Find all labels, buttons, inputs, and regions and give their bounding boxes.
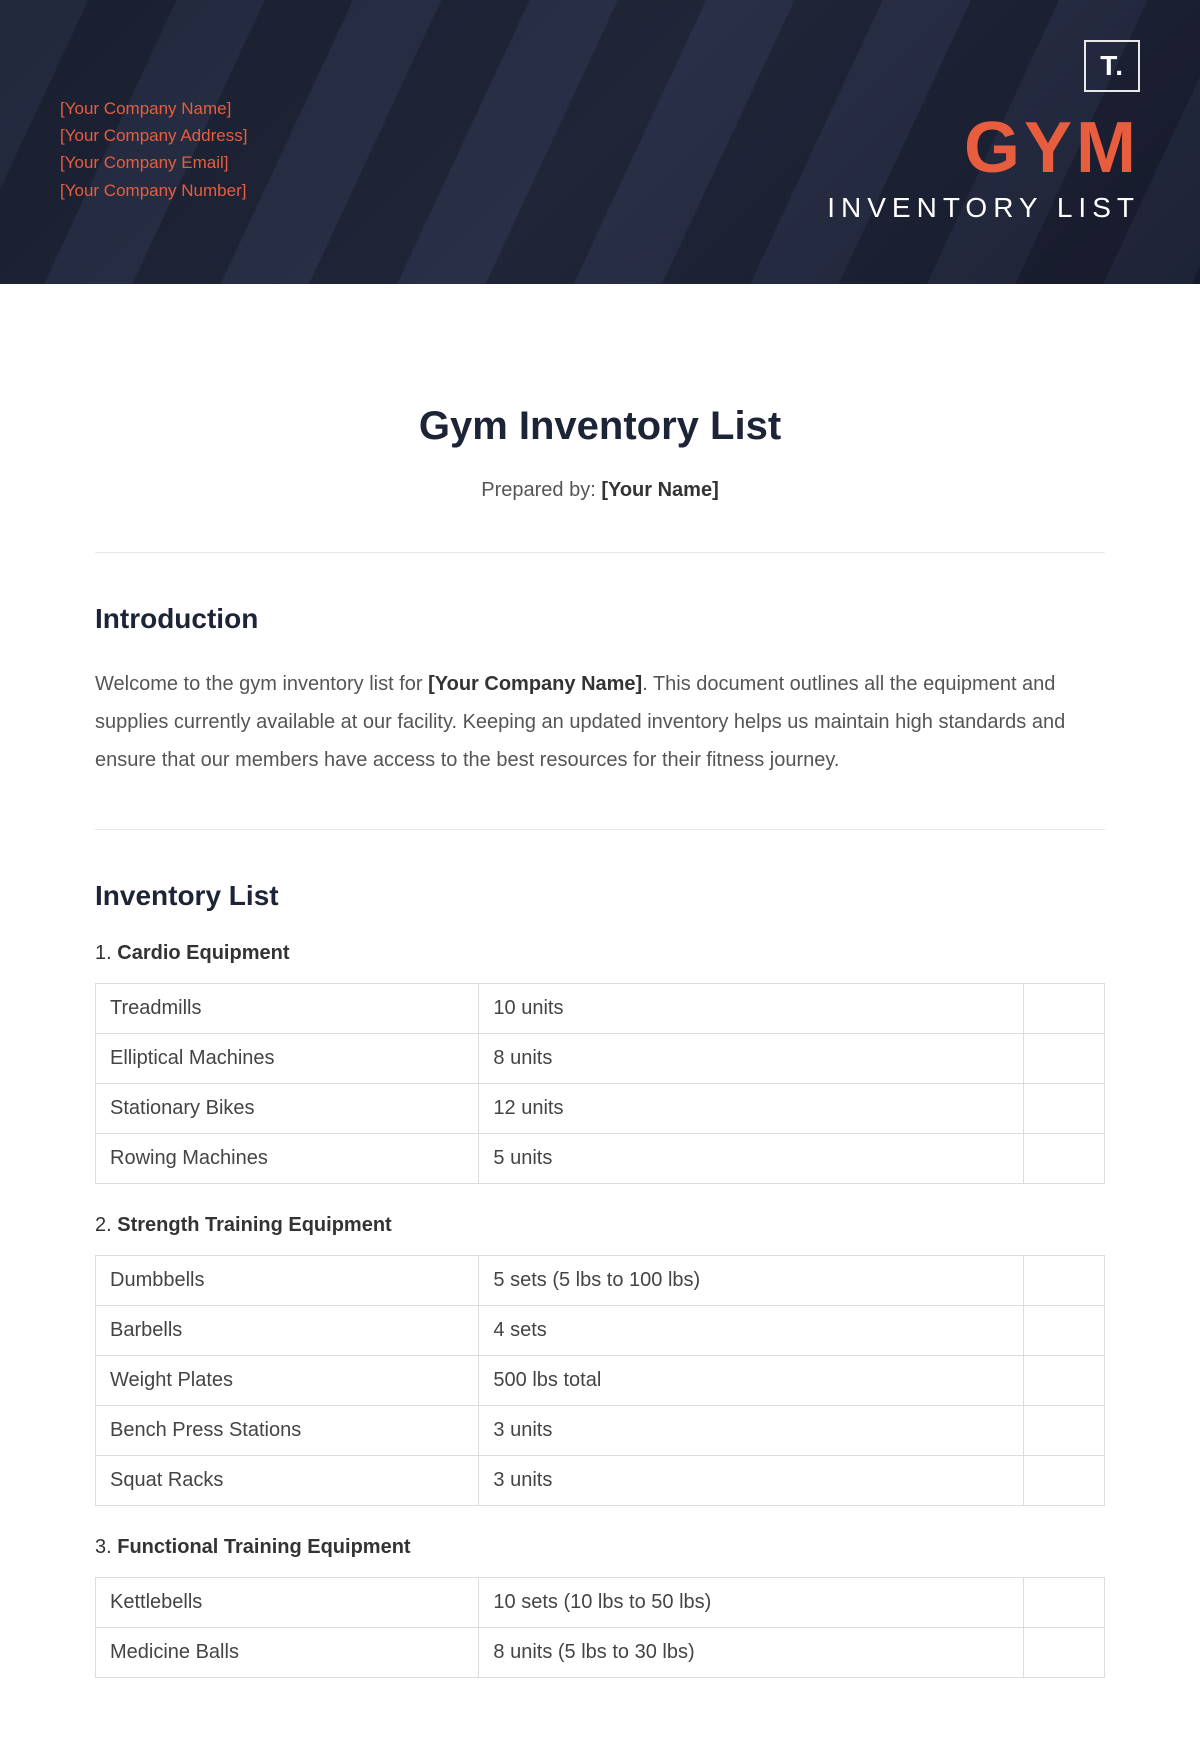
item-qty-cell: 12 units: [479, 1084, 1024, 1134]
introduction-heading: Introduction: [95, 603, 1105, 635]
company-email-placeholder: [Your Company Email]: [60, 149, 247, 176]
category-title: 3. Functional Training Equipment: [95, 1536, 1105, 1559]
category-title: 2. Strength Training Equipment: [95, 1214, 1105, 1237]
intro-text-before: Welcome to the gym inventory list for: [95, 673, 428, 695]
company-address-placeholder: [Your Company Address]: [60, 122, 247, 149]
item-blank-cell: [1024, 1034, 1105, 1084]
item-blank-cell: [1024, 1456, 1105, 1506]
item-name-cell: Dumbbells: [96, 1256, 479, 1306]
item-qty-cell: 10 sets (10 lbs to 50 lbs): [479, 1578, 1024, 1628]
table-row: Kettlebells10 sets (10 lbs to 50 lbs): [96, 1578, 1105, 1628]
document-page: [Your Company Name] [Your Company Addres…: [0, 0, 1200, 1748]
item-blank-cell: [1024, 1356, 1105, 1406]
item-blank-cell: [1024, 1084, 1105, 1134]
category-name: Functional Training Equipment: [117, 1536, 410, 1558]
inventory-heading: Inventory List: [95, 880, 1105, 912]
company-number-placeholder: [Your Company Number]: [60, 177, 247, 204]
company-name-placeholder: [Your Company Name]: [60, 95, 247, 122]
document-header: [Your Company Name] [Your Company Addres…: [0, 0, 1200, 284]
prepared-by-value: [Your Name]: [601, 479, 718, 501]
table-row: Treadmills10 units: [96, 984, 1105, 1034]
item-qty-cell: 8 units (5 lbs to 30 lbs): [479, 1628, 1024, 1678]
logo-mark: T.: [1084, 40, 1140, 92]
item-name-cell: Kettlebells: [96, 1578, 479, 1628]
document-body: Gym Inventory List Prepared by: [Your Na…: [0, 284, 1200, 1748]
category-title: 1. Cardio Equipment: [95, 942, 1105, 965]
header-branding: T. GYM INVENTORY LIST: [827, 40, 1140, 224]
item-blank-cell: [1024, 1134, 1105, 1184]
category-name: Strength Training Equipment: [117, 1214, 391, 1236]
divider: [95, 552, 1105, 553]
table-row: Barbells4 sets: [96, 1306, 1105, 1356]
category-number: 1.: [95, 942, 117, 964]
item-name-cell: Rowing Machines: [96, 1134, 479, 1184]
item-qty-cell: 5 units: [479, 1134, 1024, 1184]
inventory-table: Treadmills10 unitsElliptical Machines8 u…: [95, 983, 1105, 1184]
brand-subtitle: INVENTORY LIST: [827, 192, 1140, 224]
table-row: Medicine Balls8 units (5 lbs to 30 lbs): [96, 1628, 1105, 1678]
prepared-by-label: Prepared by:: [481, 479, 601, 501]
item-name-cell: Stationary Bikes: [96, 1084, 479, 1134]
category-number: 2.: [95, 1214, 117, 1236]
item-qty-cell: 3 units: [479, 1456, 1024, 1506]
item-name-cell: Elliptical Machines: [96, 1034, 479, 1084]
category-name: Cardio Equipment: [117, 942, 289, 964]
category-number: 3.: [95, 1536, 117, 1558]
item-qty-cell: 8 units: [479, 1034, 1024, 1084]
item-blank-cell: [1024, 1628, 1105, 1678]
inventory-categories: 1. Cardio Equipment Treadmills10 unitsEll…: [95, 942, 1105, 1678]
table-row: Stationary Bikes12 units: [96, 1084, 1105, 1134]
inventory-table: Kettlebells10 sets (10 lbs to 50 lbs)Med…: [95, 1577, 1105, 1678]
item-blank-cell: [1024, 1256, 1105, 1306]
company-info-block: [Your Company Name] [Your Company Addres…: [60, 95, 247, 204]
prepared-by-line: Prepared by: [Your Name]: [95, 479, 1105, 502]
item-blank-cell: [1024, 1578, 1105, 1628]
intro-company-placeholder: [Your Company Name]: [428, 673, 642, 695]
item-qty-cell: 4 sets: [479, 1306, 1024, 1356]
item-name-cell: Weight Plates: [96, 1356, 479, 1406]
item-blank-cell: [1024, 1306, 1105, 1356]
item-name-cell: Medicine Balls: [96, 1628, 479, 1678]
brand-title: GYM: [827, 112, 1140, 184]
inventory-table: Dumbbells5 sets (5 lbs to 100 lbs)Barbel…: [95, 1255, 1105, 1506]
table-row: Weight Plates500 lbs total: [96, 1356, 1105, 1406]
table-row: Bench Press Stations3 units: [96, 1406, 1105, 1456]
item-name-cell: Treadmills: [96, 984, 479, 1034]
item-blank-cell: [1024, 1406, 1105, 1456]
divider: [95, 829, 1105, 830]
item-name-cell: Bench Press Stations: [96, 1406, 479, 1456]
item-name-cell: Squat Racks: [96, 1456, 479, 1506]
table-row: Dumbbells5 sets (5 lbs to 100 lbs): [96, 1256, 1105, 1306]
page-title: Gym Inventory List: [95, 404, 1105, 449]
item-qty-cell: 5 sets (5 lbs to 100 lbs): [479, 1256, 1024, 1306]
item-qty-cell: 500 lbs total: [479, 1356, 1024, 1406]
item-name-cell: Barbells: [96, 1306, 479, 1356]
table-row: Rowing Machines5 units: [96, 1134, 1105, 1184]
item-qty-cell: 10 units: [479, 984, 1024, 1034]
item-blank-cell: [1024, 984, 1105, 1034]
table-row: Elliptical Machines8 units: [96, 1034, 1105, 1084]
table-row: Squat Racks3 units: [96, 1456, 1105, 1506]
item-qty-cell: 3 units: [479, 1406, 1024, 1456]
introduction-text: Welcome to the gym inventory list for [Y…: [95, 665, 1105, 779]
